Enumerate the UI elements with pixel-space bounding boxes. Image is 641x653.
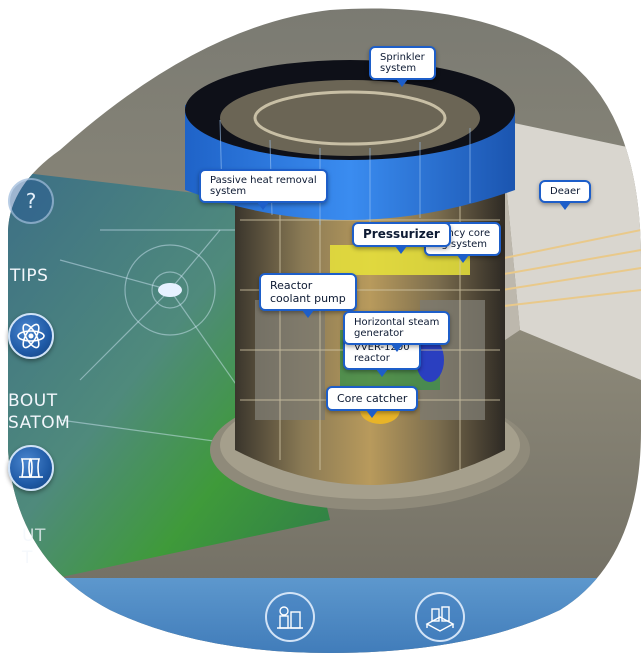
plant-overview-button[interactable] <box>415 592 465 642</box>
components-button[interactable] <box>265 592 315 642</box>
about-rosatom-button[interactable] <box>8 445 54 491</box>
plant-overview-icon <box>425 606 455 632</box>
about-project-label: UT T <box>22 526 46 568</box>
callout-pressurizer[interactable]: Pressurizer <box>352 222 451 254</box>
power-plant-icon <box>19 458 43 478</box>
tips-button[interactable] <box>8 313 54 359</box>
callout-core-catcher[interactable]: Core catcher <box>326 386 419 418</box>
callout-sprinkler-system[interactable]: Sprinkler system <box>369 46 436 87</box>
question-mark-icon: ? <box>26 189 37 213</box>
svg-text:?: ? <box>26 189 37 213</box>
help-button[interactable]: ? <box>8 178 54 224</box>
reactor-scene <box>8 8 641 653</box>
callout-deaerator[interactable]: Deaer <box>539 180 592 210</box>
atom-icon <box>17 323 45 349</box>
callout-horizontal-steam-generator[interactable]: Horizontal steam generator <box>343 311 451 352</box>
ar-viewport: ? TIPS BOUT SATOM UT T Sprinkler system … <box>0 0 641 653</box>
callout-reactor-coolant-pump[interactable]: Reactor coolant pump <box>259 273 357 318</box>
tips-label: TIPS <box>10 266 49 286</box>
about-rosatom-label: BOUT SATOM <box>8 391 71 433</box>
components-icon <box>277 606 303 629</box>
callout-passive-heat-removal[interactable]: Passive heat removal system <box>199 169 328 210</box>
